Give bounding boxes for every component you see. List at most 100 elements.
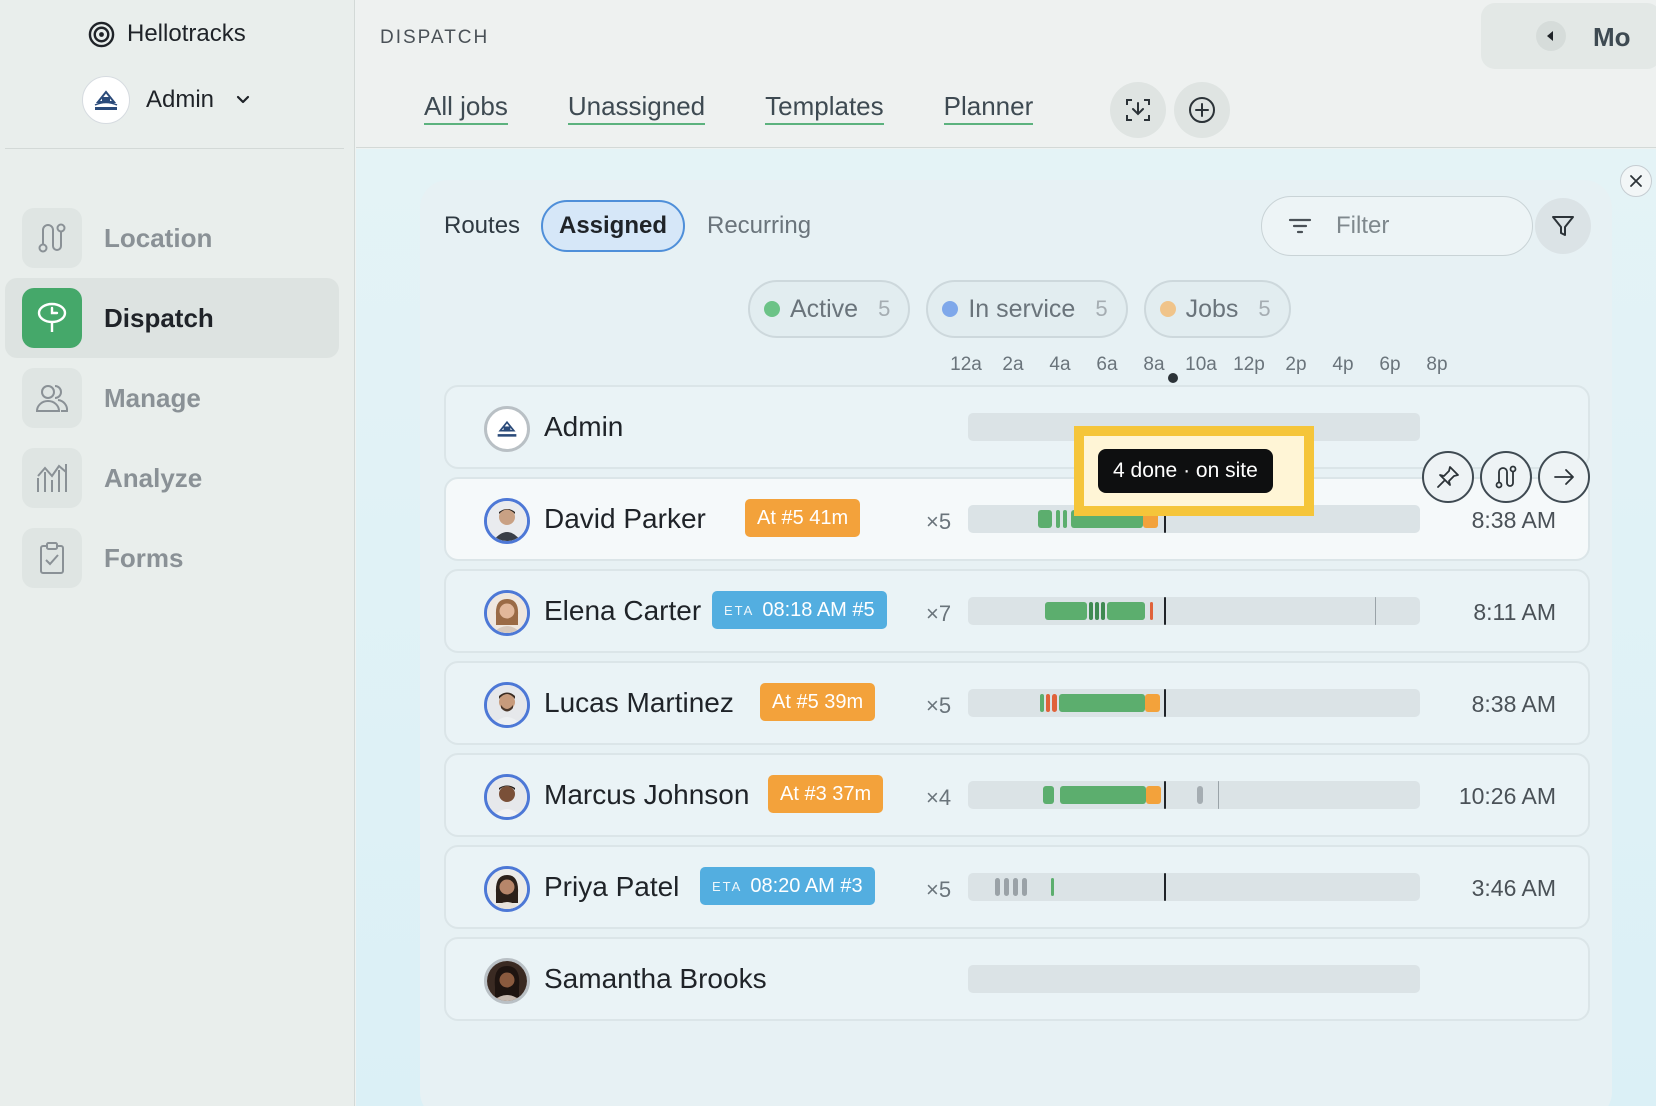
timeline-label: 2a bbox=[1002, 354, 1024, 375]
brand[interactable]: Hellotracks bbox=[88, 20, 246, 48]
job-segment bbox=[1089, 602, 1093, 620]
plus-circle-icon bbox=[1189, 97, 1215, 123]
person-avatar-icon bbox=[487, 869, 527, 909]
filter-button[interactable] bbox=[1535, 198, 1591, 254]
sidebar-item-label: Dispatch bbox=[104, 302, 214, 333]
worker-name: Lucas Martinez bbox=[544, 687, 734, 718]
sidebar-item-analyze[interactable]: Analyze bbox=[5, 438, 339, 518]
sidebar-divider bbox=[5, 148, 344, 149]
side-panel-toggle[interactable]: Mo bbox=[1481, 3, 1656, 69]
dispatch-tabs: All jobs Unassigned Templates Planner bbox=[424, 92, 1034, 125]
onsite-segment bbox=[1146, 786, 1161, 804]
timeline-label: 8p bbox=[1426, 354, 1448, 375]
job-segment bbox=[1101, 602, 1105, 620]
sidebar-item-dispatch[interactable]: Dispatch bbox=[5, 278, 339, 358]
sidebar: Hellotracks Admin Location Dispatch Mana… bbox=[0, 0, 355, 1106]
avatar bbox=[484, 866, 530, 912]
sidebar-item-location[interactable]: Location bbox=[5, 198, 339, 278]
timeline-label: 6p bbox=[1379, 354, 1401, 375]
person-avatar-icon bbox=[487, 501, 527, 541]
tab-templates[interactable]: Templates bbox=[765, 92, 884, 125]
page-title: DISPATCH bbox=[380, 27, 490, 48]
account-switcher[interactable]: Admin bbox=[82, 76, 252, 124]
timeline-label: 10a bbox=[1185, 354, 1217, 375]
avatar bbox=[484, 774, 530, 820]
status-chips: Active 5 In service 5 Jobs 5 bbox=[748, 280, 1291, 338]
chevron-down-icon bbox=[236, 95, 250, 104]
tab-unassigned[interactable]: Unassigned bbox=[567, 92, 706, 125]
pending-segment bbox=[1013, 878, 1018, 896]
worker-name: Admin bbox=[544, 411, 624, 442]
collapse-left-icon[interactable] bbox=[1536, 21, 1566, 51]
shift-end-line bbox=[1375, 597, 1376, 625]
job-segment bbox=[1040, 694, 1044, 712]
route-time: 8:38 AM bbox=[1471, 691, 1556, 717]
pin-button[interactable] bbox=[1422, 451, 1474, 503]
hellotracks-logo-icon bbox=[88, 21, 115, 47]
job-segment bbox=[1059, 694, 1145, 712]
timeline-label: 4p bbox=[1332, 354, 1354, 375]
job-count: ×5 bbox=[926, 693, 952, 718]
import-button[interactable] bbox=[1110, 82, 1166, 138]
route-icon bbox=[22, 208, 82, 268]
worker-row[interactable]: Marcus Johnson At #3 37m ×4 10:26 AM bbox=[444, 753, 1590, 837]
route-timeline bbox=[968, 689, 1420, 717]
job-segment bbox=[1095, 602, 1099, 620]
now-line bbox=[1164, 689, 1166, 717]
route-button[interactable] bbox=[1480, 451, 1532, 503]
sidebar-item-label: Analyze bbox=[104, 462, 203, 493]
avatar bbox=[484, 682, 530, 728]
close-panel-button[interactable] bbox=[1620, 165, 1652, 197]
onsite-segment bbox=[1145, 694, 1160, 712]
chip-in-service[interactable]: In service 5 bbox=[926, 280, 1128, 338]
side-panel-label: Mo bbox=[1593, 22, 1631, 52]
chip-label: Jobs bbox=[1185, 294, 1239, 323]
timeline-label: 2p bbox=[1285, 354, 1307, 375]
status-badge-text: At #5 39m bbox=[772, 690, 864, 713]
job-segment bbox=[1043, 786, 1054, 804]
sidebar-item-label: Location bbox=[104, 222, 213, 253]
worker-row[interactable]: Admin bbox=[444, 385, 1590, 469]
import-icon bbox=[1126, 99, 1150, 121]
open-detail-button[interactable] bbox=[1538, 451, 1590, 503]
worker-name: David Parker bbox=[544, 503, 706, 534]
tab-planner[interactable]: Planner bbox=[943, 92, 1034, 125]
job-segment bbox=[1107, 602, 1145, 620]
status-dot-icon bbox=[1159, 301, 1176, 317]
job-count: ×5 bbox=[926, 509, 952, 534]
route-time: 8:38 AM bbox=[1471, 507, 1556, 533]
segment-routes[interactable]: Routes bbox=[444, 212, 520, 240]
person-avatar-icon bbox=[487, 777, 527, 817]
job-segment bbox=[1045, 602, 1087, 620]
add-job-button[interactable] bbox=[1174, 82, 1230, 138]
late-segment bbox=[1052, 694, 1057, 712]
filter-input[interactable]: Filter bbox=[1261, 196, 1533, 256]
sidebar-nav: Location Dispatch Manage Analyze Forms bbox=[5, 198, 339, 598]
timeline-label: 6a bbox=[1096, 354, 1118, 375]
chip-count: 5 bbox=[1258, 296, 1271, 321]
route-icon bbox=[1495, 465, 1517, 489]
pending-segment bbox=[1004, 878, 1009, 896]
sidebar-item-forms[interactable]: Forms bbox=[5, 518, 339, 598]
worker-row[interactable]: Lucas Martinez At #5 39m ×5 8:38 AM bbox=[444, 661, 1590, 745]
timeline-label: 12a bbox=[950, 354, 982, 375]
chip-active[interactable]: Active 5 bbox=[748, 280, 911, 338]
worker-row[interactable]: Elena Carter ETA 08:18 AM #5 ×7 8:11 AM bbox=[444, 569, 1590, 653]
chip-count: 5 bbox=[1095, 296, 1108, 321]
worker-row[interactable]: David Parker At #5 41m ×5 8:38 AM bbox=[444, 477, 1590, 561]
segment-recurring[interactable]: Recurring bbox=[707, 212, 811, 240]
status-badge: At #5 39m bbox=[760, 683, 876, 721]
person-avatar-icon bbox=[487, 685, 527, 725]
status-badge: ETA 08:18 AM #5 bbox=[712, 591, 887, 629]
chip-count: 5 bbox=[878, 296, 891, 321]
sort-lines-icon bbox=[1288, 218, 1312, 234]
worker-row[interactable]: Samantha Brooks bbox=[444, 937, 1590, 1021]
chip-jobs[interactable]: Jobs 5 bbox=[1143, 280, 1291, 338]
job-count: ×7 bbox=[926, 601, 952, 626]
segment-assigned[interactable]: Assigned bbox=[541, 200, 685, 252]
status-badge: At #3 37m bbox=[768, 775, 884, 813]
job-count: ×5 bbox=[926, 877, 952, 902]
tab-all-jobs[interactable]: All jobs bbox=[424, 92, 508, 125]
status-badge: ETA 08:20 AM #3 bbox=[700, 867, 875, 905]
worker-row[interactable]: Priya Patel ETA 08:20 AM #3 ×5 3:46 AM bbox=[444, 845, 1590, 929]
